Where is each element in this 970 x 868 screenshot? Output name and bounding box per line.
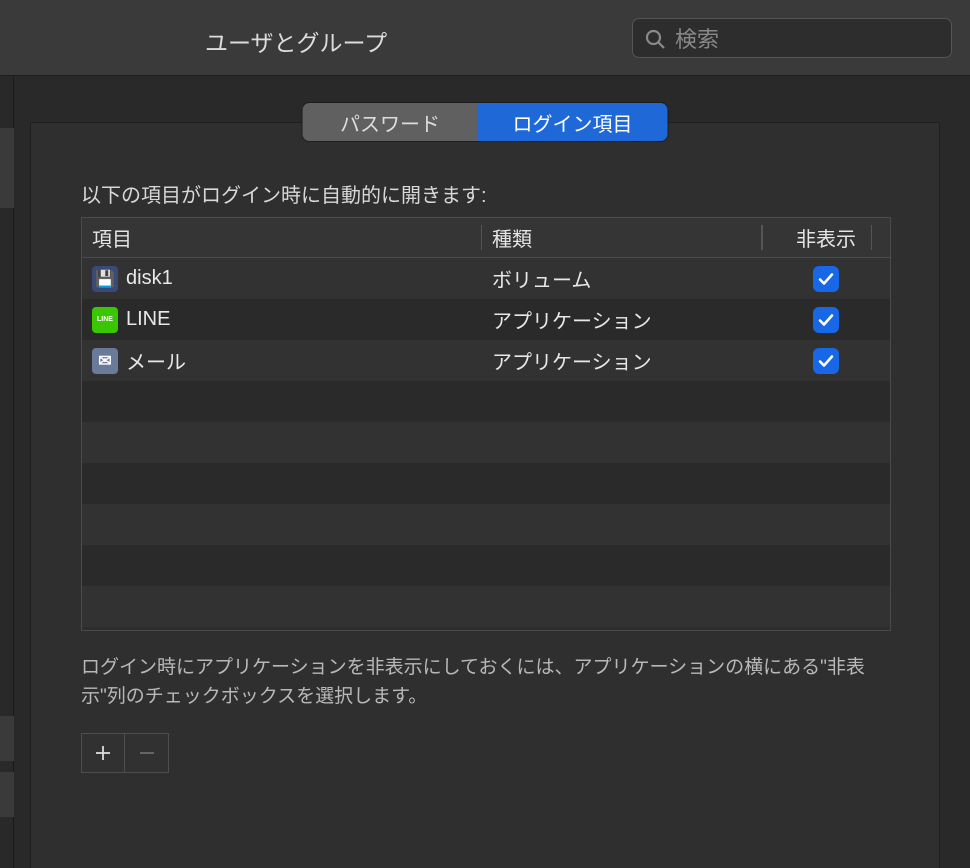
cell-hide [762, 348, 890, 374]
remove-button[interactable] [125, 733, 169, 773]
content-area: パスワード ログイン項目 以下の項目がログイン時に自動的に開きます: 項目 種類… [0, 76, 970, 868]
item-name: disk1 [126, 267, 173, 290]
cell-kind: アプリケーション [482, 346, 762, 375]
table-header: 項目 種類 非表示 [82, 218, 890, 258]
column-item[interactable]: 項目 [82, 218, 482, 257]
sidebar-segment [0, 772, 14, 817]
sidebar-segment [0, 128, 14, 208]
cell-item: LINE LINE [82, 307, 482, 333]
table-row [82, 381, 890, 422]
disk-icon: 💾 [92, 266, 118, 292]
add-button[interactable] [81, 733, 125, 773]
tab-group: パスワード ログイン項目 [303, 103, 668, 141]
tab-login-items[interactable]: ログイン項目 [478, 103, 668, 141]
table-row [82, 545, 890, 586]
search-input[interactable]: 検索 [632, 18, 952, 58]
table-row[interactable]: 💾 disk1 ボリューム [82, 258, 890, 299]
table-body: 💾 disk1 ボリューム LINE LINE アプリケーション ✉ メール アプリケーション [82, 258, 890, 627]
search-field-wrap: 検索 [632, 18, 952, 58]
hide-checkbox[interactable] [813, 348, 839, 374]
tab-password[interactable]: パスワード [303, 103, 478, 141]
add-remove-group [81, 733, 169, 773]
table-row [82, 422, 890, 463]
login-items-hint: ログイン時にアプリケーションを非表示にしておくには、アプリケーションの横にある"… [81, 653, 891, 712]
minus-icon [137, 743, 157, 763]
hide-checkbox[interactable] [813, 307, 839, 333]
cell-item: ✉ メール [82, 346, 482, 375]
cell-item: 💾 disk1 [82, 266, 482, 292]
search-placeholder: 検索 [675, 22, 719, 54]
cell-hide [762, 266, 890, 292]
column-hide[interactable]: 非表示 [762, 218, 890, 257]
mail-icon: ✉ [92, 348, 118, 374]
table-row [82, 463, 890, 504]
plus-icon [93, 743, 113, 763]
cell-kind: ボリューム [482, 264, 762, 293]
cell-kind: アプリケーション [482, 305, 762, 334]
column-kind[interactable]: 種類 [482, 218, 762, 257]
line-icon: LINE [92, 307, 118, 333]
window-title: ユーザとグループ [205, 24, 387, 58]
cell-hide [762, 307, 890, 333]
table-row[interactable]: LINE LINE アプリケーション [82, 299, 890, 340]
item-name: メール [126, 346, 186, 375]
sidebar-segment [0, 716, 14, 761]
item-name: LINE [126, 308, 170, 331]
table-row [82, 586, 890, 627]
search-icon [643, 27, 667, 51]
title-bar: ユーザとグループ 検索 [0, 0, 970, 76]
hide-checkbox[interactable] [813, 266, 839, 292]
main-panel: パスワード ログイン項目 以下の項目がログイン時に自動的に開きます: 項目 種類… [30, 122, 940, 868]
login-items-heading: 以下の項目がログイン時に自動的に開きます: [81, 179, 487, 208]
table-row[interactable]: ✉ メール アプリケーション [82, 340, 890, 381]
left-sidebar-sliver [0, 76, 14, 868]
table-row [82, 504, 890, 545]
login-items-table: 項目 種類 非表示 💾 disk1 ボリューム LINE LINE アプリケーション ✉ メー… [81, 217, 891, 631]
